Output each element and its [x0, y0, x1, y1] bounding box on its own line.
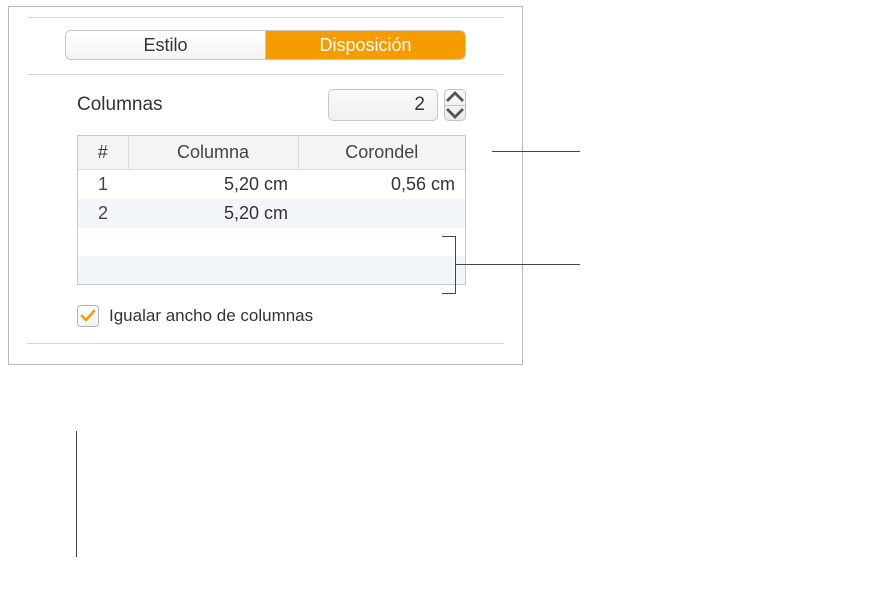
checkmark-icon	[80, 308, 96, 324]
stepper-down[interactable]	[445, 105, 465, 121]
table-header-row: # Columna Corondel	[78, 136, 465, 170]
header-gutter[interactable]: Corondel	[298, 136, 465, 170]
separator	[27, 343, 504, 344]
cell-gutter[interactable]: 0,56 cm	[298, 170, 465, 200]
segmented-control: Estilo Disposición	[65, 30, 466, 60]
stepper-up[interactable]	[445, 90, 465, 105]
columns-label: Columnas	[77, 94, 163, 116]
cell-num: 1	[78, 170, 128, 200]
callout-bracket	[442, 236, 456, 294]
header-column[interactable]: Columna	[128, 136, 298, 170]
inspector-panel: Estilo Disposición Columnas 2	[8, 6, 523, 365]
equal-width-checkbox[interactable]	[77, 305, 99, 327]
chevron-down-icon	[445, 107, 465, 119]
tab-style[interactable]: Estilo	[66, 31, 265, 59]
table-row[interactable]: 1 5,20 cm 0,56 cm	[78, 170, 465, 200]
cell-num: 2	[78, 199, 128, 228]
table-row-empty	[78, 256, 465, 284]
cell-gutter[interactable]	[298, 199, 465, 228]
chevron-up-icon	[445, 91, 465, 103]
separator	[27, 74, 504, 75]
columns-count-value: 2	[414, 94, 425, 116]
columns-count-field[interactable]: 2	[328, 89, 438, 121]
cell-column[interactable]: 5,20 cm	[128, 199, 298, 228]
callout-line	[456, 264, 580, 265]
callout-line	[76, 431, 77, 557]
columns-table: # Columna Corondel 1 5,20 cm 0,56 cm 2 5…	[77, 135, 466, 285]
separator	[27, 17, 504, 18]
tab-layout[interactable]: Disposición	[266, 31, 465, 59]
cell-column[interactable]: 5,20 cm	[128, 170, 298, 200]
callout-line	[492, 151, 580, 152]
columns-row: Columnas 2	[27, 89, 504, 121]
header-num[interactable]: #	[78, 136, 128, 170]
equal-width-label: Igualar ancho de columnas	[109, 306, 313, 326]
table-row[interactable]: 2 5,20 cm	[78, 199, 465, 228]
columns-stepper	[444, 89, 466, 121]
columns-stepper-group: 2	[328, 89, 466, 121]
table-row-empty	[78, 228, 465, 256]
equal-width-row: Igualar ancho de columnas	[77, 305, 504, 327]
